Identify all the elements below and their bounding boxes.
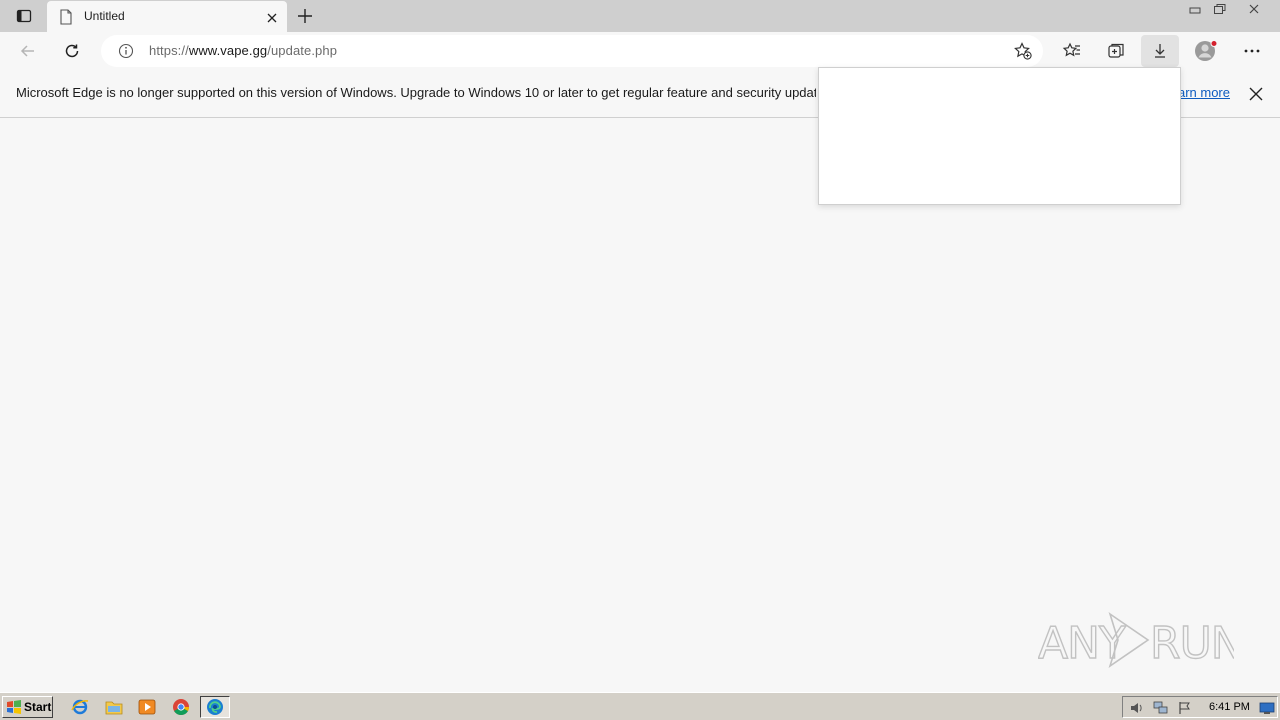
tab-close-icon[interactable] xyxy=(265,10,279,24)
favorites-button[interactable] xyxy=(1057,37,1087,65)
internet-explorer-icon[interactable] xyxy=(71,698,89,716)
windows-logo-icon xyxy=(7,700,21,714)
windows-taskbar: Start 6:41 PM xyxy=(0,692,1280,720)
browser-toolbar: https://www.vape.gg/update.php xyxy=(0,32,1280,70)
profile-button[interactable] xyxy=(1191,37,1221,65)
collections-button[interactable] xyxy=(1101,37,1131,65)
new-tab-button[interactable] xyxy=(296,7,314,25)
anyrun-watermark: ANY RUN xyxy=(1037,608,1244,672)
url-host: www.vape.gg xyxy=(188,43,268,58)
tab-title: Untitled xyxy=(84,9,125,23)
site-info-icon[interactable] xyxy=(118,43,134,59)
restore-button[interactable] xyxy=(1209,0,1231,18)
edge-taskbar-button[interactable] xyxy=(200,696,230,718)
infobar-message: Microsoft Edge is no longer supported on… xyxy=(16,85,816,100)
watermark-text-right: RUN xyxy=(1150,618,1234,669)
close-window-button[interactable] xyxy=(1243,0,1265,18)
page-favicon-icon xyxy=(59,9,73,25)
browser-tab[interactable]: Untitled xyxy=(47,1,287,32)
media-player-icon[interactable] xyxy=(138,698,156,716)
start-button[interactable]: Start xyxy=(2,696,53,718)
network-icon[interactable] xyxy=(1153,700,1169,714)
tab-strip: Untitled xyxy=(0,0,1280,32)
back-button[interactable] xyxy=(13,37,43,65)
address-url[interactable]: https://www.vape.gg/update.php xyxy=(149,43,337,58)
action-center-flag-icon[interactable] xyxy=(1177,700,1193,714)
show-desktop-icon[interactable] xyxy=(1259,700,1275,714)
taskbar-clock: 6:41 PM xyxy=(1209,701,1250,713)
url-scheme: https:// xyxy=(149,43,189,58)
tab-actions-menu-icon[interactable] xyxy=(12,6,36,26)
add-favorite-icon[interactable] xyxy=(1013,41,1033,61)
edge-icon xyxy=(207,699,223,715)
refresh-button[interactable] xyxy=(57,37,87,65)
url-path: /update.php xyxy=(267,43,338,58)
file-explorer-icon[interactable] xyxy=(105,698,123,716)
system-tray: 6:41 PM xyxy=(1122,696,1278,718)
minimize-button[interactable] xyxy=(1184,0,1206,18)
address-bar[interactable]: https://www.vape.gg/update.php xyxy=(101,35,1043,67)
downloads-flyout[interactable] xyxy=(818,67,1181,205)
settings-more-button[interactable] xyxy=(1237,37,1267,65)
volume-icon[interactable] xyxy=(1129,700,1145,714)
downloads-button[interactable] xyxy=(1141,35,1179,67)
chrome-icon[interactable] xyxy=(172,698,190,716)
infobar-close-icon[interactable] xyxy=(1247,85,1265,103)
start-label: Start xyxy=(24,700,52,714)
